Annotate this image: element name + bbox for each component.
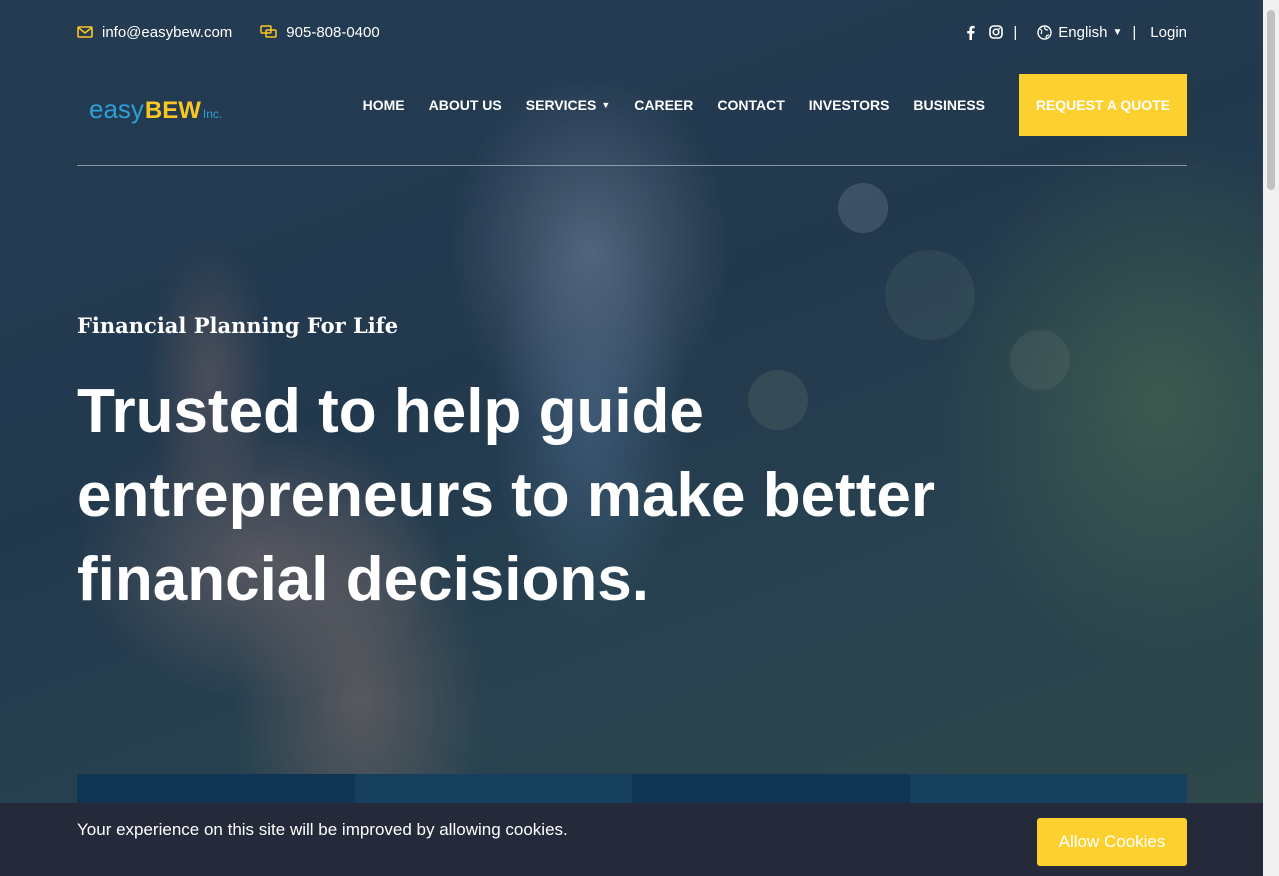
- logo-bew: BEW: [144, 97, 201, 124]
- email-text[interactable]: info@easybew.com: [102, 24, 232, 41]
- topbar-separator: |: [1013, 23, 1018, 41]
- logo-easy: easy: [89, 94, 144, 124]
- logo-inc: Inc.: [202, 107, 223, 121]
- request-quote-button[interactable]: REQUEST A QUOTE: [1019, 74, 1187, 136]
- nav-item-contact[interactable]: CONTACT: [717, 97, 784, 113]
- top-bar: info@easybew.com 905-808-0400 | English …: [77, 18, 1187, 46]
- language-label: English: [1058, 23, 1108, 41]
- chevron-down-icon: ▼: [601, 100, 611, 110]
- chat-bubble-icon: [260, 25, 278, 39]
- nav-item-career[interactable]: CAREER: [634, 97, 693, 113]
- nav-divider: [77, 165, 1187, 166]
- nav-item-about-us[interactable]: ABOUT US: [429, 97, 502, 113]
- cookie-banner: Your experience on this site will be imp…: [0, 803, 1263, 876]
- instagram-icon[interactable]: [989, 25, 1004, 39]
- phone-text[interactable]: 905-808-0400: [286, 24, 379, 41]
- main-navbar: easy BEW Inc. HOME ABOUT US SERVICES ▼ C…: [77, 74, 1187, 136]
- envelope-icon: [77, 26, 93, 38]
- hero-tagline: Financial Planning For Life: [77, 313, 399, 338]
- globe-icon: [1037, 24, 1052, 40]
- hero-headline: Trusted to help guide entrepreneurs to m…: [77, 377, 935, 614]
- facebook-icon[interactable]: [966, 25, 975, 40]
- page-scrollbar[interactable]: [1263, 0, 1279, 876]
- language-selector[interactable]: English ▼: [1037, 24, 1122, 41]
- allow-cookies-button[interactable]: Allow Cookies: [1037, 818, 1187, 866]
- cookie-message: Your experience on this site will be imp…: [77, 820, 568, 839]
- topbar-separator-2: |: [1132, 23, 1137, 41]
- email-link[interactable]: info@easybew.com: [77, 24, 232, 41]
- nav-item-home[interactable]: HOME: [363, 97, 405, 113]
- chevron-down-icon: ▼: [1112, 26, 1123, 38]
- phone-link[interactable]: 905-808-0400: [260, 24, 380, 41]
- site-logo[interactable]: easy BEW Inc.: [89, 85, 222, 125]
- nav-item-services-label: SERVICES: [525, 97, 597, 113]
- nav-item-investors[interactable]: INVESTORS: [809, 97, 890, 113]
- login-link[interactable]: Login: [1150, 24, 1187, 41]
- nav-item-services[interactable]: SERVICES ▼: [526, 97, 610, 113]
- nav-item-business[interactable]: BUSINESS: [913, 97, 985, 113]
- scrollbar-thumb[interactable]: [1267, 10, 1275, 190]
- nav-menu: HOME ABOUT US SERVICES ▼ CAREER CONTACT …: [339, 74, 1187, 136]
